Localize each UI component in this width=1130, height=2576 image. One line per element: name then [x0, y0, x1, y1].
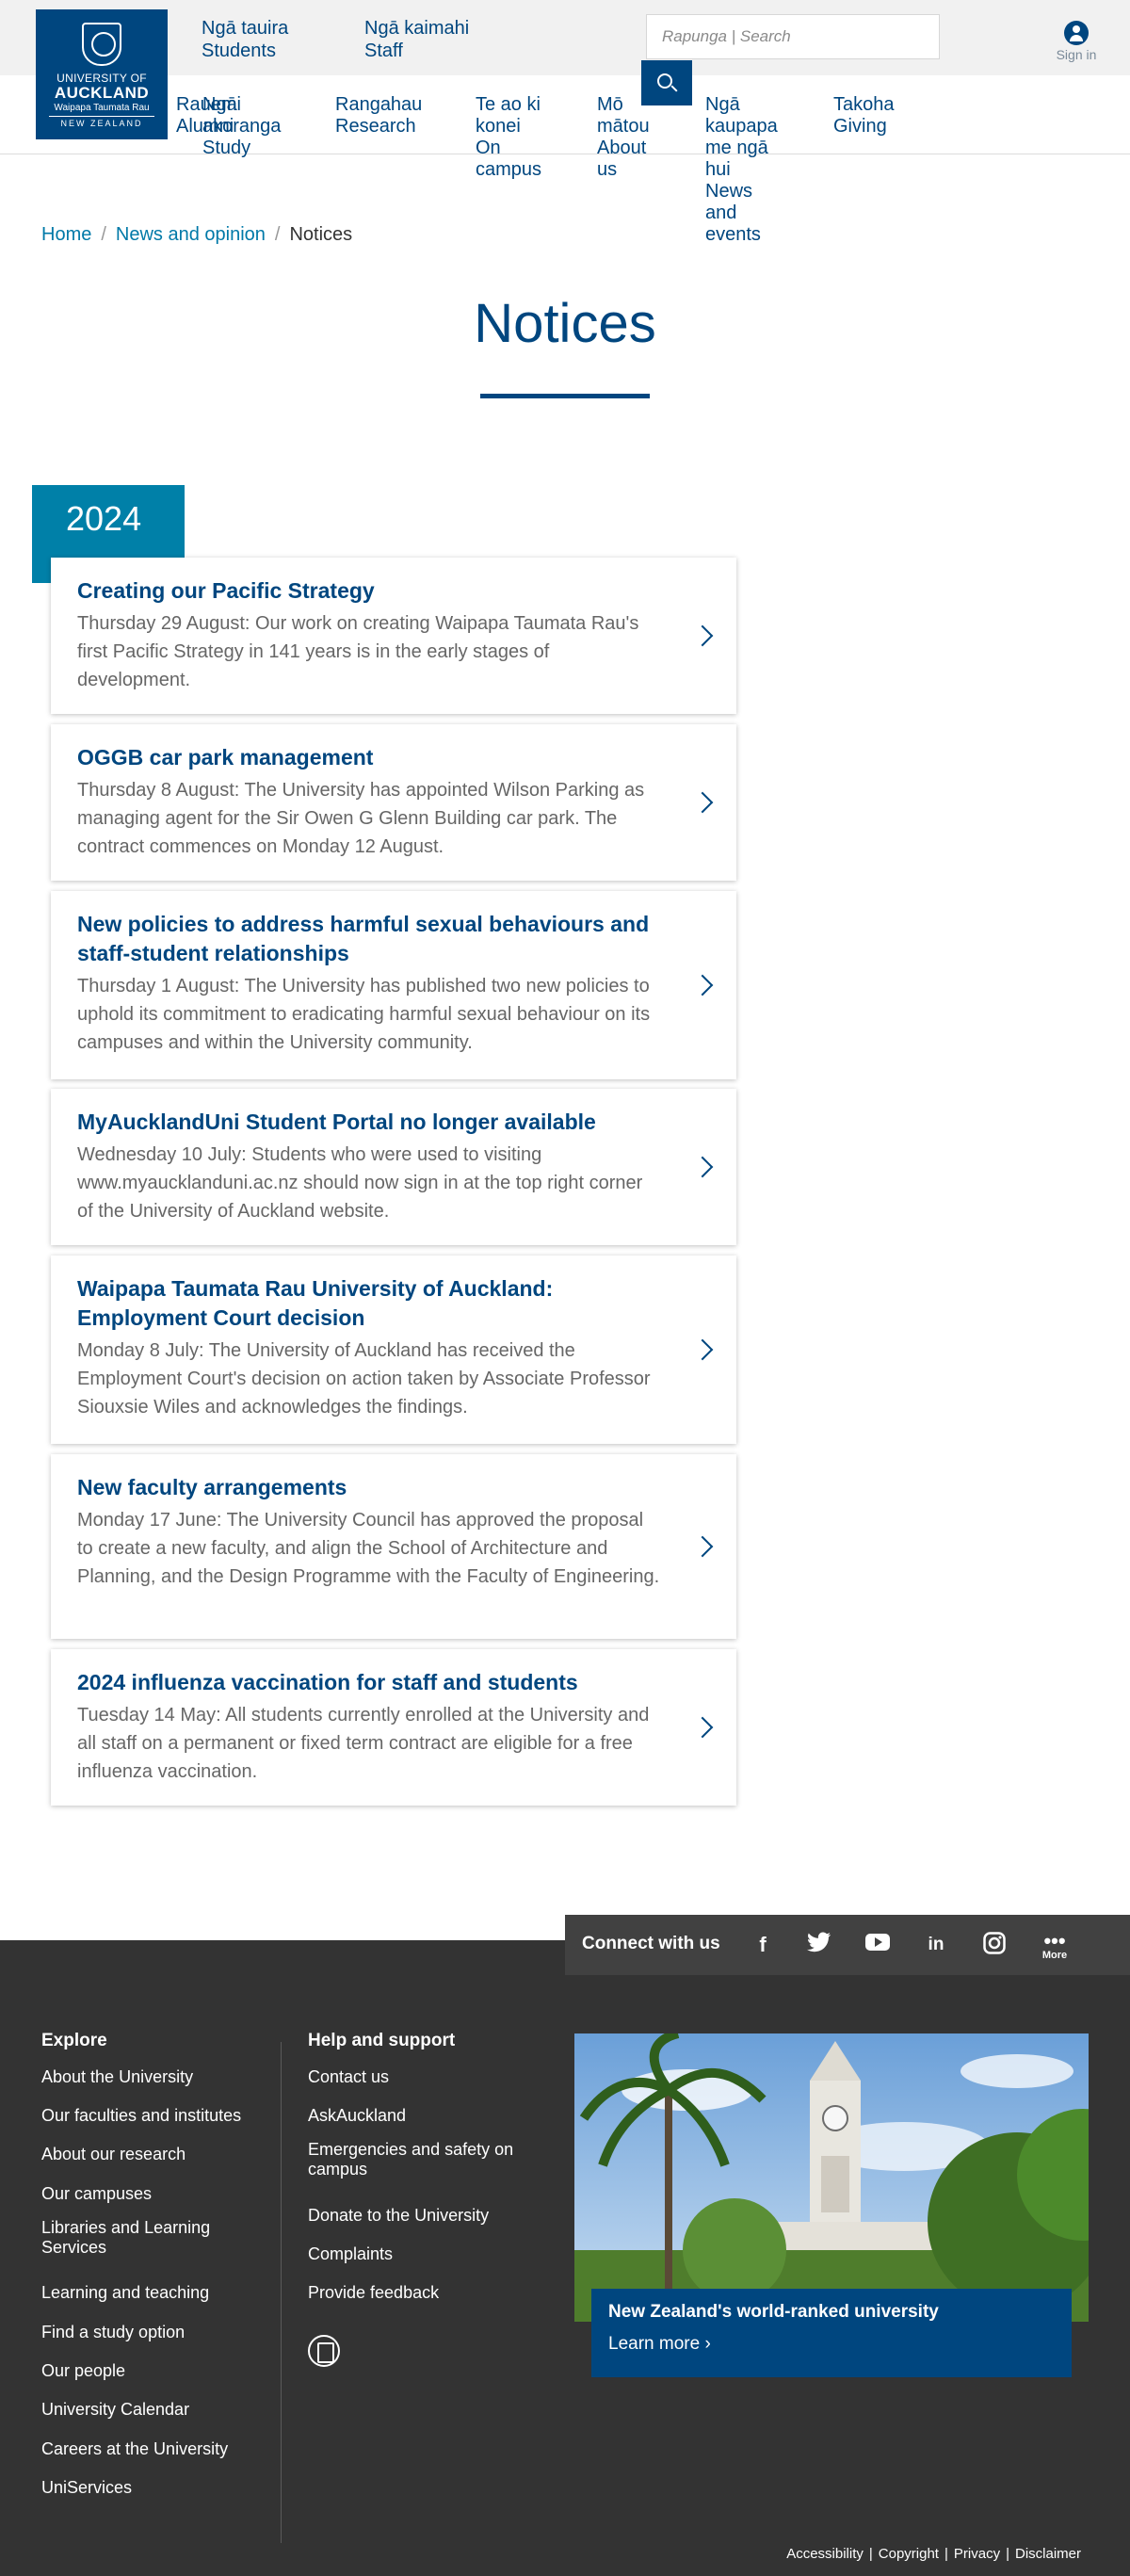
- title-underline: [480, 394, 650, 398]
- site-footer: Explore About the University Our faculti…: [0, 1940, 1130, 2576]
- footer-link-askauckland[interactable]: AskAuckland: [308, 2106, 406, 2126]
- connect-bar: Connect with us f in ••• More: [565, 1915, 1130, 1975]
- notice-title: Waipapa Taumata Rau University of Auckla…: [77, 1276, 554, 1330]
- top-link-students[interactable]: Ngā tauira Students: [202, 17, 288, 62]
- legal-link-accessibility[interactable]: Accessibility: [786, 2546, 864, 2562]
- nav-item-on-campus[interactable]: Te ao ki konei On campus: [476, 94, 541, 181]
- explore-heading: Explore: [41, 2031, 107, 2050]
- nav-item-about-us[interactable]: Mō mātou About us: [597, 94, 650, 181]
- notice-summary: Thursday 8 August: The University has ap…: [77, 780, 645, 857]
- notice-summary: Monday 17 June: The University Council h…: [77, 1510, 660, 1587]
- footer-link-calendar[interactable]: University Calendar: [41, 2400, 189, 2420]
- footer-link-emergencies[interactable]: Emergencies and safety on campus: [308, 2140, 543, 2179]
- footer-link-uniservices[interactable]: UniServices: [41, 2478, 132, 2498]
- legal-link-disclaimer[interactable]: Disclaimer: [1015, 2546, 1081, 2562]
- notice-summary: Wednesday 10 July: Students who were use…: [77, 1144, 643, 1222]
- notice-summary: Tuesday 14 May: All students currently e…: [77, 1705, 650, 1782]
- chevron-right-icon: [691, 1156, 714, 1178]
- user-icon: [1064, 21, 1089, 45]
- notice-title: 2024 influenza vaccination for staff and…: [77, 1670, 578, 1694]
- footer-link-donate[interactable]: Donate to the University: [308, 2206, 489, 2226]
- footer-link-faculties[interactable]: Our faculties and institutes: [41, 2106, 241, 2126]
- more-label[interactable]: More: [1041, 1951, 1068, 1977]
- notice-summary: Monday 8 July: The University of Aucklan…: [77, 1340, 651, 1418]
- youtube-icon[interactable]: [864, 1932, 891, 1958]
- chevron-right-icon: [691, 791, 714, 814]
- footer-link-learning-teaching[interactable]: Learning and teaching: [41, 2283, 209, 2303]
- footer-link-about-university[interactable]: About the University: [41, 2067, 193, 2087]
- promo-title: New Zealand's world-ranked university: [608, 2302, 939, 2322]
- clock-tower-image: [574, 2033, 1089, 2322]
- search-input[interactable]: Rapunga | Search: [646, 14, 940, 59]
- linkedin-icon[interactable]: in: [923, 1932, 949, 1958]
- notice-card[interactable]: Creating our Pacific Strategy Thursday 2…: [51, 558, 736, 714]
- footer-link-libraries[interactable]: Libraries and Learning Services: [41, 2218, 267, 2258]
- nav-item-giving[interactable]: Takoha Giving: [833, 94, 895, 138]
- chevron-right-icon: ›: [704, 2334, 711, 2354]
- connect-label: Connect with us: [582, 1934, 720, 1953]
- footer-link-complaints[interactable]: Complaints: [308, 2244, 393, 2264]
- twitter-icon[interactable]: [806, 1932, 832, 1958]
- nav-item-news-and-events[interactable]: Ngā kaupapa me ngā hui News and events: [705, 94, 778, 246]
- crest-icon: [82, 23, 121, 66]
- promo-link[interactable]: Learn more ›: [608, 2334, 1055, 2355]
- notice-title: New policies to address harmful sexual b…: [77, 912, 650, 965]
- nav-item-research[interactable]: Rangahau Research: [335, 94, 422, 138]
- notice-card[interactable]: Waipapa Taumata Rau University of Auckla…: [51, 1256, 736, 1444]
- footer-link-contact[interactable]: Contact us: [308, 2067, 389, 2087]
- main-nav: [0, 75, 1130, 154]
- footer-link-careers[interactable]: Careers at the University: [41, 2439, 228, 2459]
- chevron-right-icon: [691, 1535, 714, 1558]
- information-icon[interactable]: [308, 2335, 340, 2367]
- footer-link-study-option[interactable]: Find a study option: [41, 2323, 185, 2342]
- notice-title: New faculty arrangements: [77, 1475, 347, 1499]
- top-bar: [0, 0, 1130, 75]
- chevron-right-icon: [691, 624, 714, 647]
- breadcrumb-news[interactable]: News and opinion: [116, 224, 266, 245]
- sign-in-button[interactable]: Sign in: [1053, 21, 1100, 61]
- page-title: Notices: [474, 293, 656, 354]
- facebook-icon[interactable]: f: [750, 1932, 776, 1958]
- footer-link-research[interactable]: About our research: [41, 2145, 186, 2164]
- notice-title: OGGB car park management: [77, 745, 374, 770]
- notice-title: MyAucklandUni Student Portal no longer a…: [77, 1110, 596, 1134]
- notice-card[interactable]: New faculty arrangements Monday 17 June:…: [51, 1454, 736, 1639]
- notice-summary: Thursday 1 August: The University has pu…: [77, 976, 651, 1053]
- footer-link-people[interactable]: Our people: [41, 2361, 125, 2381]
- breadcrumb-home[interactable]: Home: [41, 224, 91, 245]
- breadcrumb: Home / News and opinion / Notices: [41, 224, 353, 245]
- chevron-right-icon: [691, 1338, 714, 1361]
- instagram-icon[interactable]: [981, 1932, 1008, 1958]
- legal-link-privacy[interactable]: Privacy: [954, 2546, 1000, 2562]
- notice-title: Creating our Pacific Strategy: [77, 578, 375, 603]
- promo-panel[interactable]: New Zealand's world-ranked university Le…: [591, 2289, 1072, 2377]
- help-heading: Help and support: [308, 2031, 456, 2050]
- chevron-right-icon: [691, 1716, 714, 1739]
- notice-card[interactable]: 2024 influenza vaccination for staff and…: [51, 1649, 736, 1806]
- chevron-right-icon: [691, 974, 714, 996]
- legal-links: Accessibility | Copyright | Privacy | Disclaim…: [786, 2546, 1081, 2562]
- footer-divider: [281, 2042, 282, 2543]
- notice-summary: Thursday 29 August: Our work on creating…: [77, 613, 639, 690]
- breadcrumb-current: Notices: [289, 224, 353, 245]
- footer-link-feedback[interactable]: Provide feedback: [308, 2283, 439, 2303]
- legal-link-copyright[interactable]: Copyright: [879, 2546, 939, 2562]
- notice-card[interactable]: MyAucklandUni Student Portal no longer a…: [51, 1089, 736, 1245]
- notice-card[interactable]: New policies to address harmful sexual b…: [51, 891, 736, 1079]
- search-placeholder: Rapunga | Search: [662, 27, 791, 45]
- clock-tower-illustration: [574, 2033, 1089, 2322]
- nav-item-study[interactable]: Ngā akoranga Study: [202, 94, 281, 159]
- notice-card[interactable]: OGGB car park management Thursday 8 Augu…: [51, 724, 736, 881]
- footer-link-campuses[interactable]: Our campuses: [41, 2184, 152, 2204]
- top-link-staff[interactable]: Ngā kaimahi Staff: [364, 17, 469, 62]
